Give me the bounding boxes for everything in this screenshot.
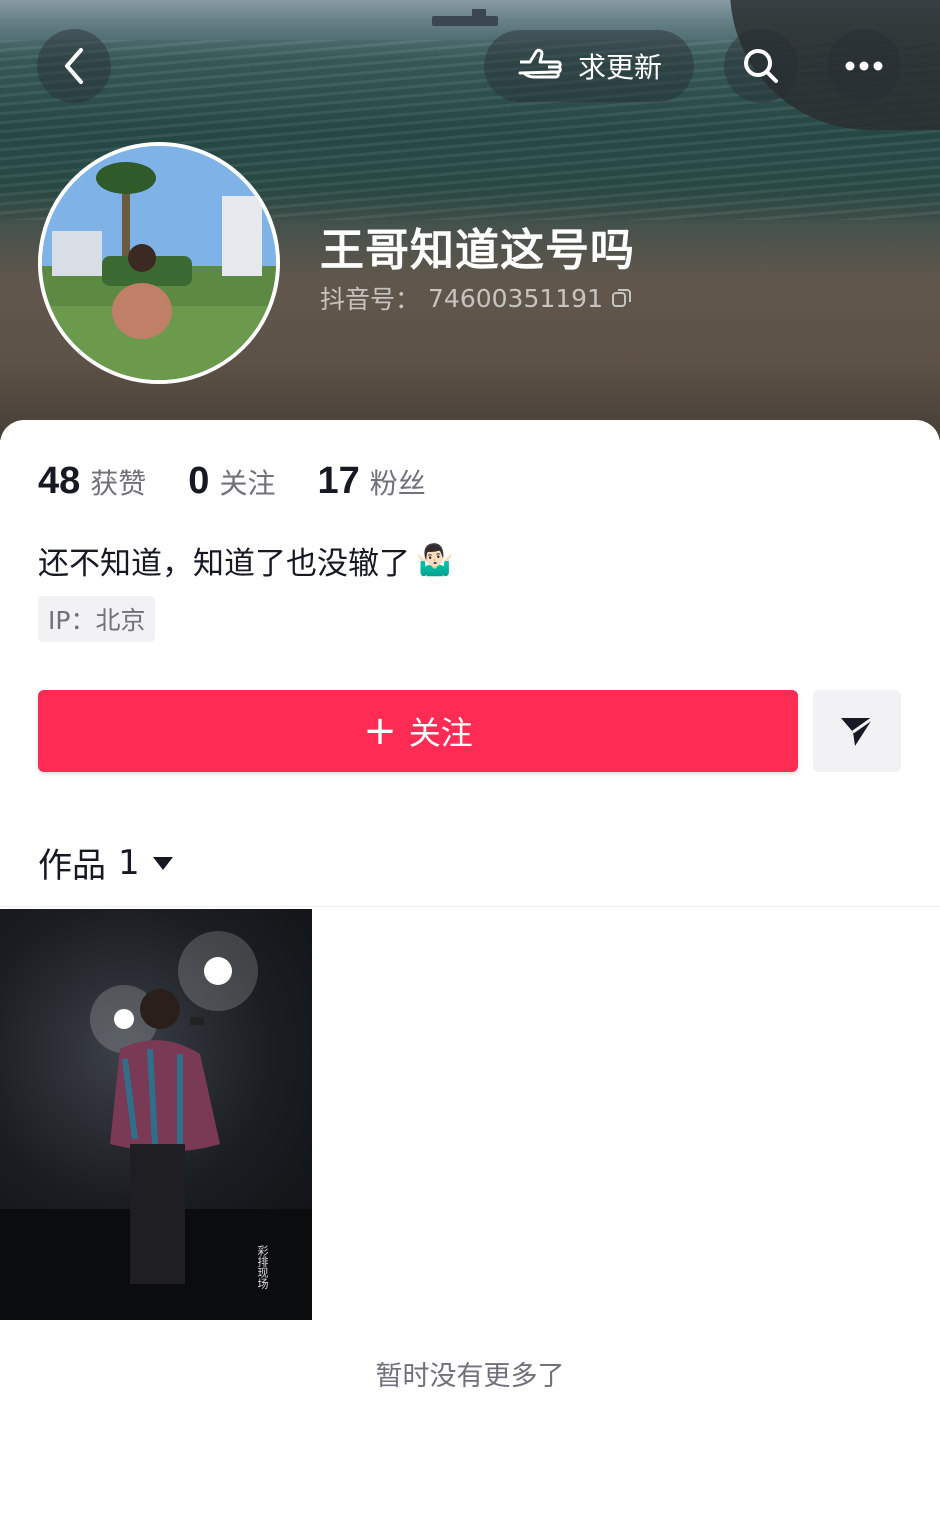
back-button[interactable] <box>37 29 111 103</box>
more-dots-icon <box>845 61 883 71</box>
more-button[interactable] <box>827 29 901 103</box>
plus-icon: + <box>363 708 397 754</box>
video-thumbnail[interactable]: 彩排现场 <box>0 909 312 1320</box>
avatar-photo-icon <box>42 146 276 380</box>
tab-works[interactable]: 作品 1 <box>38 838 174 887</box>
stat-likes[interactable]: 48 获赞 <box>38 460 146 503</box>
follow-button[interactable]: + 关注 <box>38 690 798 772</box>
profile-cover: 求更新 王哥知道这号吗 抖音号： 74600351191 <box>0 0 940 440</box>
stat-label: 关注 <box>219 467 276 500</box>
profile-card: 48 获赞 0 关注 17 粉丝 还不知道，知道了也没辙了 🤷🏻‍♂️ IP：北… <box>0 420 940 1516</box>
shrug-emoji-icon: 🤷🏻‍♂️ <box>416 543 454 578</box>
stat-label: 粉丝 <box>369 467 426 500</box>
douyin-id-value: 74600351191 <box>428 283 603 313</box>
avatar[interactable] <box>38 142 280 384</box>
divider <box>0 906 940 907</box>
works-tab-label: 作品 <box>38 846 106 886</box>
username: 王哥知道这号吗 <box>320 226 635 275</box>
ship-shape <box>432 9 498 26</box>
stat-following[interactable]: 0 关注 <box>188 460 275 503</box>
send-arrow-icon <box>841 716 874 746</box>
stat-value: 48 <box>38 460 81 502</box>
stat-label: 获赞 <box>90 467 147 500</box>
search-icon <box>744 49 778 83</box>
stat-followers[interactable]: 17 粉丝 <box>317 460 425 503</box>
share-button[interactable] <box>813 690 901 772</box>
douyin-id-label: 抖音号： <box>320 285 421 314</box>
no-more-text: 暂时没有更多了 <box>375 1361 565 1392</box>
request-update-button[interactable]: 求更新 <box>484 30 694 102</box>
bio: 还不知道，知道了也没辙了 🤷🏻‍♂️ <box>38 538 453 583</box>
follow-label: 关注 <box>408 714 473 752</box>
ip-location-badge: IP：北京 <box>38 596 156 642</box>
copy-icon[interactable] <box>611 287 633 309</box>
chevron-left-icon <box>65 48 83 84</box>
stats-row: 48 获赞 0 关注 17 粉丝 <box>38 460 468 503</box>
stat-value: 17 <box>317 460 360 502</box>
pointing-hand-icon <box>518 48 562 79</box>
bio-text: 还不知道，知道了也没辙了 <box>38 546 410 582</box>
caret-down-icon <box>152 856 173 870</box>
works-count: 1 <box>118 842 140 883</box>
thumbnail-caption: 彩排现场 <box>256 1245 269 1289</box>
search-button[interactable] <box>724 29 798 103</box>
stat-value: 0 <box>188 460 210 502</box>
request-update-label: 求更新 <box>577 51 662 84</box>
douyin-id-row[interactable]: 抖音号： 74600351191 <box>320 280 633 316</box>
